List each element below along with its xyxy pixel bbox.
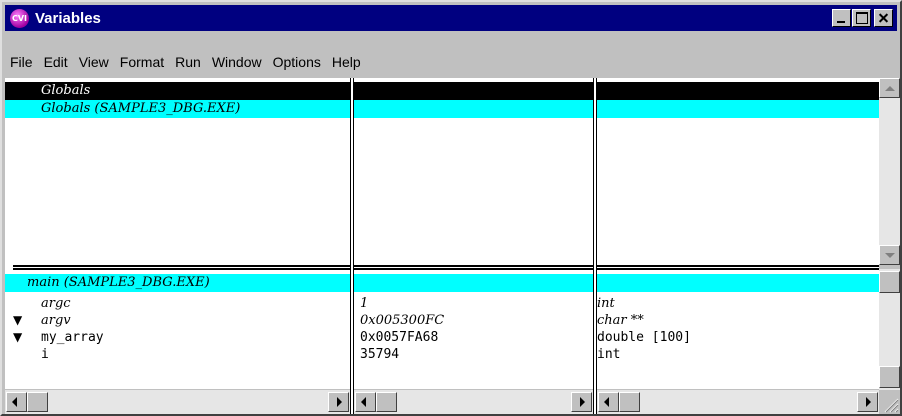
var-name-argc: argc <box>41 296 71 311</box>
globals-vscrollbar[interactable] <box>879 78 900 265</box>
menu-options[interactable]: Options <box>273 54 321 70</box>
pane-splitter[interactable] <box>13 265 879 270</box>
menu-file[interactable]: File <box>10 54 33 70</box>
scroll-thumb[interactable] <box>619 392 640 412</box>
window-title: Variables <box>35 9 101 27</box>
globals-exe-row[interactable]: Globals (SAMPLE3_DBG.EXE) <box>5 100 879 118</box>
menu-edit[interactable]: Edit <box>44 54 68 70</box>
scroll-right-button[interactable] <box>328 392 349 412</box>
globals-exe-name: Globals (SAMPLE3_DBG.EXE) <box>41 101 241 116</box>
column-separator-type[interactable] <box>593 78 597 414</box>
main-function-row[interactable]: main (SAMPLE3_DBG.EXE) <box>5 274 879 292</box>
scroll-thumb[interactable] <box>879 271 900 293</box>
globals-name: Globals <box>41 83 91 98</box>
menu-view[interactable]: View <box>79 54 109 70</box>
var-name-my-array: my_array <box>41 330 104 345</box>
var-type-my-array: double [100] <box>597 330 691 345</box>
scroll-up-button[interactable] <box>879 78 900 98</box>
column-separator-value[interactable] <box>350 78 354 414</box>
scroll-left-button[interactable] <box>6 392 27 412</box>
var-row-argc[interactable]: argc 1 int <box>5 295 879 312</box>
title-bar[interactable]: CVI Variables <box>5 5 897 31</box>
scroll-left-button[interactable] <box>598 392 619 412</box>
size-grip[interactable] <box>879 391 900 414</box>
menu-format[interactable]: Format <box>120 54 164 70</box>
var-type-argv: char ** <box>597 313 644 328</box>
variables-panes: Globals Globals (SAMPLE3_DBG.EXE) main (… <box>5 78 879 414</box>
variables-window: CVI Variables File Edit View Format Run … <box>0 0 902 416</box>
name-column-hscrollbar[interactable] <box>5 389 350 414</box>
menu-run[interactable]: Run <box>175 54 201 70</box>
scroll-right-button[interactable] <box>571 392 592 412</box>
var-type-i: int <box>597 347 621 362</box>
close-button[interactable] <box>874 9 893 27</box>
expand-marker[interactable]: ▼ <box>13 329 22 346</box>
var-row-argv[interactable]: ▼ argv 0x005300FC char ** <box>5 312 879 329</box>
var-value-my-array: 0x0057FA68 <box>360 330 439 345</box>
menu-window[interactable]: Window <box>212 54 262 70</box>
value-column-hscrollbar[interactable] <box>354 389 593 414</box>
scroll-right-button[interactable] <box>857 392 878 412</box>
var-value-i: 35794 <box>360 347 400 362</box>
menu-help[interactable]: Help <box>332 54 361 70</box>
scroll-thumb[interactable] <box>376 392 397 412</box>
scroll-left-button[interactable] <box>355 392 376 412</box>
var-value-argc: 1 <box>360 296 369 311</box>
scroll-down-button[interactable] <box>879 245 900 265</box>
scroll-thumb[interactable] <box>879 366 900 388</box>
cvi-app-icon[interactable]: CVI <box>10 8 29 28</box>
globals-row-selected[interactable]: Globals <box>5 82 879 100</box>
type-column-hscrollbar[interactable] <box>597 389 879 414</box>
minimize-button[interactable] <box>832 9 851 27</box>
maximize-button[interactable] <box>852 9 871 27</box>
expand-marker[interactable]: ▼ <box>13 312 22 329</box>
var-name-i: i <box>41 347 49 362</box>
var-type-argc: int <box>597 296 615 311</box>
locals-vscrollbar[interactable] <box>879 269 900 390</box>
var-row-my-array[interactable]: ▼ my_array 0x0057FA68 double [100] <box>5 329 879 346</box>
main-function-label: main (SAMPLE3_DBG.EXE) <box>27 275 210 290</box>
menu-bar: File Edit View Format Run Window Options… <box>5 48 897 76</box>
resize-grip-icon <box>884 398 899 413</box>
var-row-i[interactable]: i 35794 int <box>5 346 879 363</box>
scroll-thumb[interactable] <box>27 392 48 412</box>
var-value-argv: 0x005300FC <box>360 313 445 328</box>
var-name-argv: argv <box>41 313 71 328</box>
